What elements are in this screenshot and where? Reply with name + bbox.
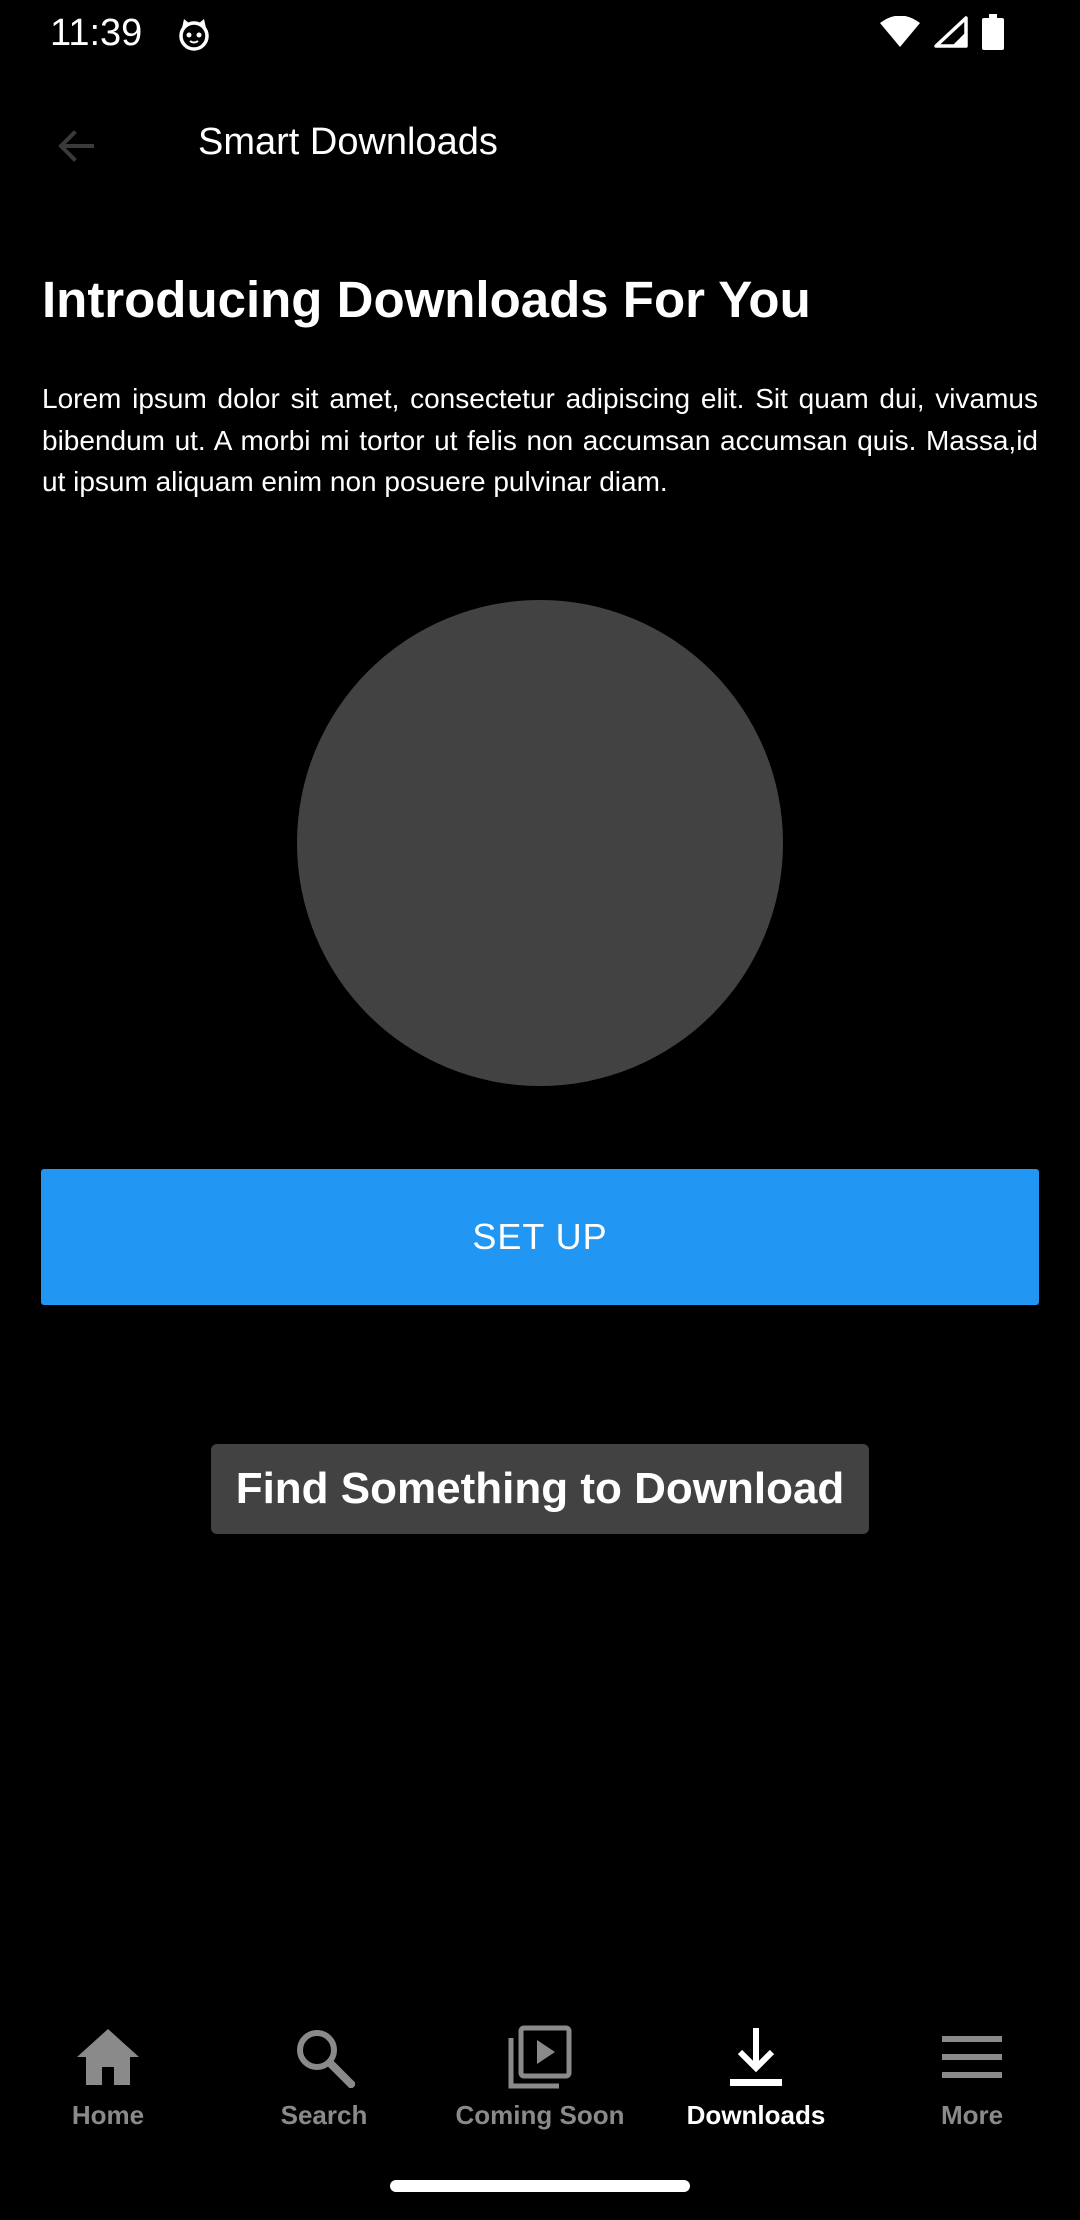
cat-icon (176, 16, 212, 52)
nav-label: Downloads (686, 2100, 826, 2130)
home-indicator[interactable] (390, 2180, 690, 2192)
video-library-icon (505, 2022, 575, 2092)
intro-description: Lorem ipsum dolor sit amet, consectetur … (42, 383, 1038, 497)
wifi-icon (880, 15, 920, 53)
menu-icon (937, 2022, 1007, 2092)
nav-label: More (940, 2100, 1004, 2130)
back-button[interactable] (44, 116, 108, 180)
bottom-navigation: Home Search Coming Soon Downloads More (0, 2010, 1080, 2160)
status-bar: 11:39 (0, 0, 1080, 66)
setup-button[interactable]: SET UP (41, 1169, 1039, 1305)
nav-item-more[interactable]: More (864, 2010, 1080, 2160)
nav-label: Home (71, 2100, 145, 2130)
nav-item-search[interactable]: Search (216, 2010, 432, 2160)
page-title: Smart Downloads (198, 121, 498, 163)
status-time: 11:39 (50, 12, 143, 54)
app-bar: Smart Downloads (0, 90, 1080, 190)
find-something-button[interactable]: Find Something to Download (211, 1444, 869, 1534)
intro-headline: Introducing Downloads For You (42, 271, 811, 328)
status-icons (880, 14, 1004, 55)
nav-label: Search (280, 2100, 368, 2130)
home-icon (73, 2022, 143, 2092)
nav-item-downloads[interactable]: Downloads (648, 2010, 864, 2160)
illustration-placeholder (297, 600, 783, 1086)
battery-icon (982, 14, 1004, 55)
nav-item-coming-soon[interactable]: Coming Soon (432, 2010, 648, 2160)
nav-item-home[interactable]: Home (0, 2010, 216, 2160)
search-icon (289, 2022, 359, 2092)
arrow-left-icon (52, 122, 100, 175)
download-icon (721, 2022, 791, 2092)
intro-section: Introducing Downloads For You Lorem ipsu… (42, 262, 1038, 503)
nav-label: Coming Soon (455, 2100, 625, 2130)
signal-icon (934, 16, 968, 53)
